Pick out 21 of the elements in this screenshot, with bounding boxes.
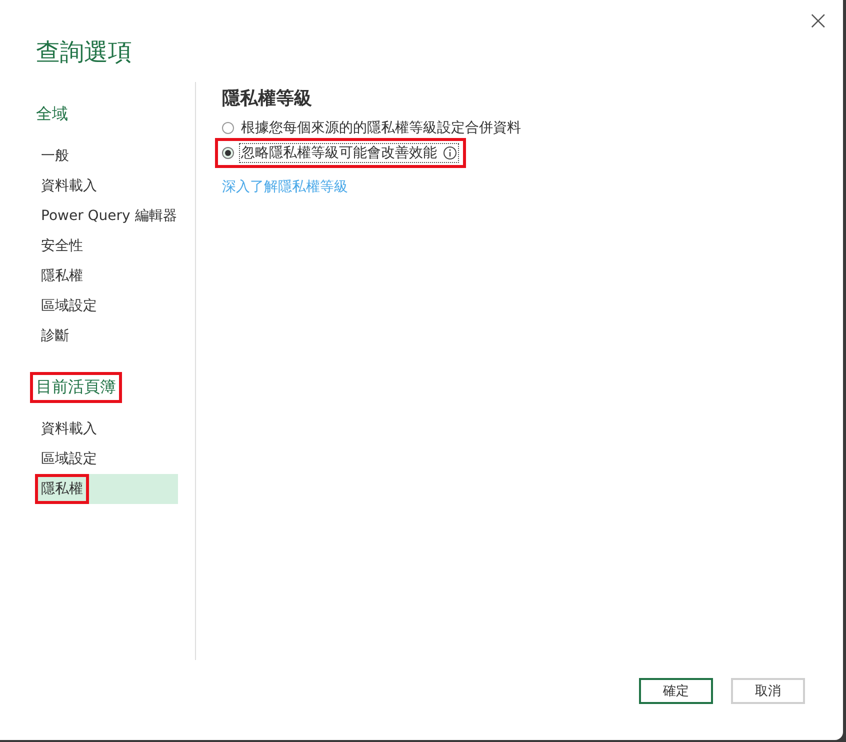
sidebar-item[interactable]: Power Query 編輯器 (36, 201, 178, 231)
radio-button[interactable] (222, 147, 234, 159)
close-icon[interactable]: × (805, 8, 831, 34)
sidebar-item[interactable]: 一般 (36, 141, 178, 171)
dialog-title: 查詢選項 (36, 37, 132, 68)
section-title: 隱私權等級 (222, 87, 313, 110)
radio-label[interactable]: 根據您每個來源的的隱私權等級設定合併資料 (241, 119, 521, 137)
sidebar-item[interactable]: 區域設定 (36, 291, 178, 321)
radio-button[interactable] (222, 122, 234, 134)
sidebar-item[interactable]: 隱私權 (36, 474, 178, 504)
sidebar-item[interactable]: 安全性 (36, 231, 178, 261)
dialog-button[interactable]: 確定 (639, 678, 713, 704)
dialog-button[interactable]: 取消 (731, 678, 805, 704)
sidebar-item[interactable]: 區域設定 (36, 444, 178, 474)
sidebar-item[interactable]: 隱私權 (36, 261, 178, 291)
sidebar-item[interactable]: 診斷 (36, 321, 178, 351)
info-icon[interactable] (443, 146, 457, 160)
section-heading: 全域 (35, 103, 69, 125)
sidebar-item[interactable]: 資料載入 (36, 414, 178, 444)
sidebar-item[interactable]: 資料載入 (36, 171, 178, 201)
section-heading: 目前活頁簿 (33, 375, 119, 400)
